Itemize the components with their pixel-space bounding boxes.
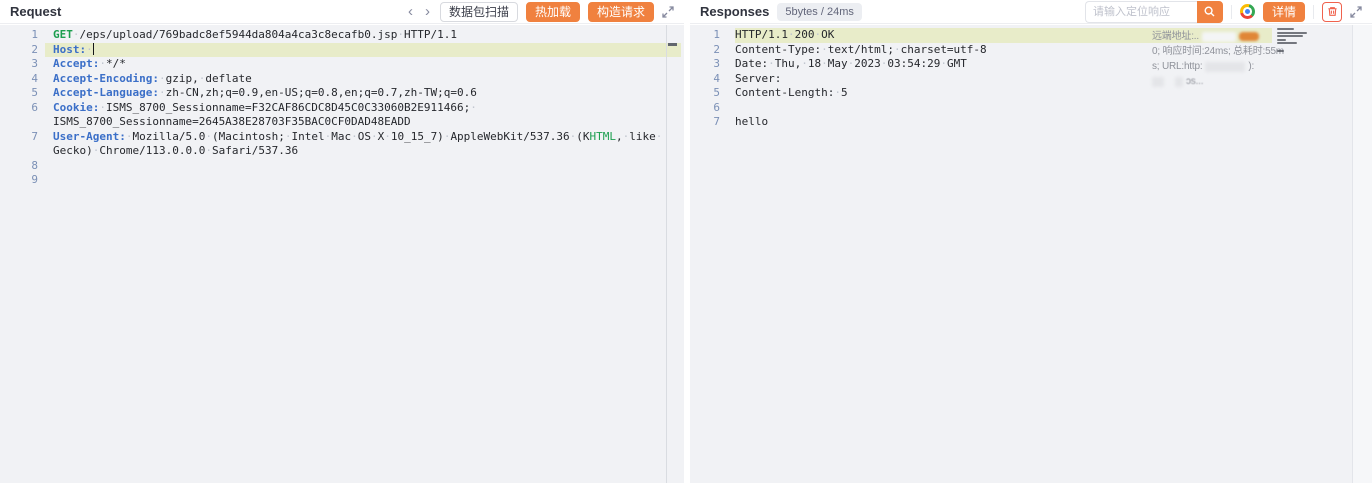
line-number: 6 <box>690 101 720 116</box>
code-line[interactable]: 4Accept-Encoding:·gzip,·deflate <box>0 72 684 87</box>
detail-button[interactable]: 详情 <box>1263 2 1305 22</box>
annotation-line: 远端地址:.. <box>1152 29 1272 44</box>
line-number: 1 <box>0 28 38 43</box>
url-label-suffix: ): <box>1248 59 1254 74</box>
remote-address-label: 远端地址:.. <box>1152 29 1199 44</box>
line-number: 6 <box>0 101 38 116</box>
history-prev-button[interactable]: ‹ <box>406 4 415 19</box>
expand-icon[interactable] <box>1350 6 1362 18</box>
search-icon <box>1204 6 1215 17</box>
line-number: 2 <box>0 43 38 58</box>
minimap-line <box>1277 42 1297 44</box>
line-number: 4 <box>0 72 38 87</box>
response-timing-label: 0; 响应时间:24ms; 总耗时:55m <box>1152 44 1284 59</box>
request-toolbar: ‹ › 数据包扫描 热加载 构造请求 <box>406 2 674 22</box>
clear-response-button[interactable] <box>1322 2 1342 22</box>
response-header: Responses 5bytes / 24ms 详情 <box>690 0 1372 24</box>
annotation-line: s; URL:http: ): <box>1152 59 1272 74</box>
request-editor[interactable]: 1GET·/eps/upload/769badc8ef5944da804a4ca… <box>0 25 684 483</box>
request-title: Request <box>10 4 61 19</box>
code-line[interactable]: 6 <box>690 101 1372 116</box>
scrollbar-track[interactable] <box>1352 25 1372 483</box>
minimap[interactable] <box>1277 28 1311 54</box>
line-number: 5 <box>690 86 720 101</box>
line-number: 9 <box>0 173 38 188</box>
code-line[interactable]: 9 <box>0 173 684 188</box>
redacted-text <box>1202 32 1236 42</box>
request-panel: Request ‹ › 数据包扫描 热加载 构造请求 1GET·/eps/upl… <box>0 0 684 492</box>
line-number: 3 <box>0 57 38 72</box>
response-meta-annotation: 远端地址:.. 0; 响应时间:24ms; 总耗时:55m s; URL:htt… <box>1152 29 1272 89</box>
construct-request-button[interactable]: 构造请求 <box>588 2 654 22</box>
code-line[interactable]: 1GET·/eps/upload/769badc8ef5944da804a4ca… <box>0 28 684 43</box>
open-in-browser-icon[interactable] <box>1240 4 1255 19</box>
code-line[interactable]: 8 <box>0 159 684 174</box>
redacted-text <box>1175 77 1183 87</box>
code-line[interactable]: 3Accept:·*/* <box>0 57 684 72</box>
code-line[interactable]: 7User-Agent:·Mozilla/5.0·(Macintosh;·Int… <box>0 130 684 145</box>
response-panel: Responses 5bytes / 24ms 详情 <box>690 0 1372 492</box>
response-editor[interactable]: 1HTTP/1.1·200·OK2Content-Type:·text/html… <box>690 25 1372 483</box>
redacted-highlight <box>1239 32 1259 41</box>
code-line[interactable]: Gecko)·Chrome/113.0.0.0·Safari/537.36 <box>0 144 684 159</box>
annotation-line: ɔs... <box>1152 74 1272 89</box>
request-code: 1GET·/eps/upload/769badc8ef5944da804a4ca… <box>0 28 684 188</box>
response-toolbar: 详情 <box>1085 1 1362 23</box>
minimap-line <box>1277 32 1307 34</box>
line-number: 7 <box>690 115 720 130</box>
url-label: s; URL:http: <box>1152 59 1202 74</box>
redacted-fragment: ɔs... <box>1186 74 1203 89</box>
code-line[interactable]: 5Accept-Language:·zh-CN,zh;q=0.9,en-US;q… <box>0 86 684 101</box>
line-number: 2 <box>690 43 720 58</box>
history-next-button[interactable]: › <box>423 4 432 19</box>
annotation-line: 0; 响应时间:24ms; 总耗时:55m <box>1152 44 1272 59</box>
line-number: 8 <box>0 159 38 174</box>
search-button[interactable] <box>1197 1 1223 23</box>
response-size-time-badge: 5bytes / 24ms <box>777 3 861 21</box>
cursor-position-marker <box>668 43 677 46</box>
trash-icon <box>1327 6 1338 17</box>
line-number: 5 <box>0 86 38 101</box>
toolbar-divider <box>1313 5 1314 19</box>
code-line[interactable]: 2Host:· <box>0 43 684 58</box>
overview-ruler[interactable] <box>666 25 684 483</box>
line-number: 7 <box>0 130 38 145</box>
line-number: 1 <box>690 28 720 43</box>
packet-scan-button[interactable]: 数据包扫描 <box>440 2 518 22</box>
code-line[interactable]: 6Cookie:·ISMS_8700_Sessionname=F32CAF86C… <box>0 101 684 116</box>
minimap-line <box>1277 35 1303 37</box>
text-cursor <box>93 43 95 55</box>
minimap-line <box>1277 39 1286 41</box>
response-search-box <box>1085 1 1223 23</box>
hot-reload-button[interactable]: 热加载 <box>526 2 580 22</box>
minimap-line <box>1277 28 1294 30</box>
http-fuzzer-page: { "request_panel": { "title": "Request",… <box>0 0 1372 492</box>
expand-icon[interactable] <box>662 6 674 18</box>
toolbar-divider <box>1231 5 1232 19</box>
line-number: 3 <box>690 57 720 72</box>
redacted-text <box>1205 62 1245 72</box>
code-line[interactable]: ISMS_8700_Sessionname=2645A38E28703F35BA… <box>0 115 684 130</box>
request-header: Request ‹ › 数据包扫描 热加载 构造请求 <box>0 0 684 24</box>
minimap-line <box>1277 50 1284 52</box>
response-title: Responses <box>700 4 769 19</box>
line-number: 4 <box>690 72 720 87</box>
redacted-text <box>1152 77 1164 87</box>
code-line[interactable]: 7hello <box>690 115 1372 130</box>
response-search-input[interactable] <box>1085 1 1197 23</box>
